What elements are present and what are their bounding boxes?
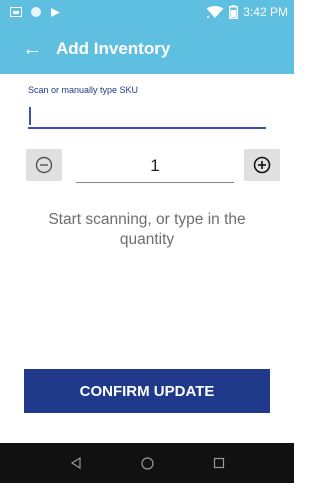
status-bar: 3:42 PM <box>0 0 294 24</box>
page-title: Add Inventory <box>56 39 171 58</box>
status-right: 3:42 PM <box>206 5 288 19</box>
plus-circle-icon <box>253 156 271 174</box>
quantity-field[interactable]: 1 <box>76 153 234 183</box>
notification-icon <box>10 7 22 17</box>
wifi-icon <box>206 5 224 19</box>
confirm-update-button[interactable]: CONFIRM UPDATE <box>24 369 270 413</box>
status-left <box>10 7 61 18</box>
arrow-left-icon[interactable]: ← <box>0 39 56 59</box>
status-time: 3:42 PM <box>243 5 288 19</box>
decrement-button[interactable] <box>26 149 62 181</box>
minus-circle-icon <box>35 156 53 174</box>
scan-hint-text: Start scanning, or type in the quantity <box>48 211 246 248</box>
recents-square-icon[interactable] <box>213 457 225 469</box>
circle-icon <box>31 7 41 17</box>
sku-input[interactable] <box>28 101 266 129</box>
sku-label: Scan or manually type SKU <box>28 85 139 95</box>
increment-button[interactable] <box>244 149 280 181</box>
text-cursor <box>29 107 31 125</box>
home-circle-icon[interactable] <box>140 456 154 470</box>
cast-icon <box>50 7 61 18</box>
back-triangle-icon[interactable] <box>70 457 82 469</box>
system-nav-bar <box>0 443 294 483</box>
battery-icon <box>229 5 239 19</box>
app-bar: ← Add Inventory <box>0 24 294 74</box>
